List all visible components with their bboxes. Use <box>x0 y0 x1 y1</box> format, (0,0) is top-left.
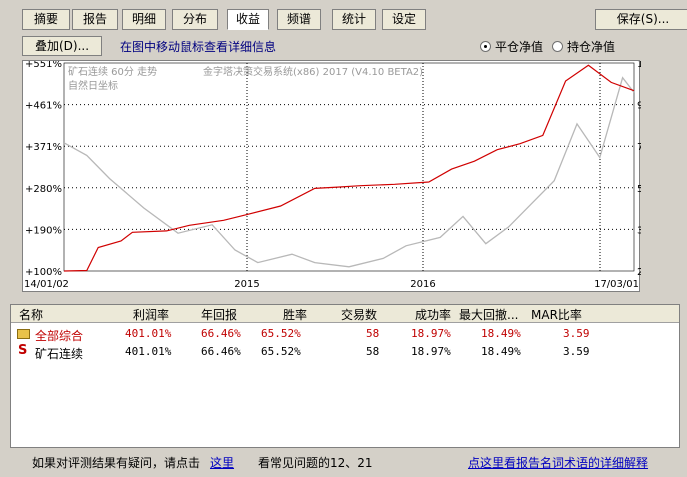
row-trades: 58 <box>366 327 380 340</box>
row-annual: 66.46% <box>201 327 241 340</box>
row-annual: 66.46% <box>201 345 241 358</box>
row-winrate: 65.52% <box>261 327 301 340</box>
footer-text-2: 看常见问题的12、21 <box>258 456 373 470</box>
folder-icon <box>17 329 30 339</box>
chart-svg: 矿石连续 60分 走势 金字塔决策交易系统(x86) 2017 (V4.10 B… <box>24 61 641 290</box>
hint-text: 在图中移动鼠标查看详细信息 <box>120 40 277 54</box>
y-tick-right: 20000 <box>637 267 641 278</box>
row-mar: 3.59 <box>563 345 590 358</box>
results-table: 名称 利润率 年回报 胜率 交易数 成功率 最大回撤... MAR比率 全部综合… <box>10 304 680 448</box>
row-winrate: 65.52% <box>261 345 301 358</box>
x-tick-start: 14/01/02 <box>24 279 69 290</box>
radio-close-equity[interactable]: 平仓净值 <box>480 38 543 55</box>
tab-report[interactable]: 报告 <box>72 9 118 30</box>
strategy-icon: S <box>18 343 28 358</box>
table-row[interactable]: 全部综合 401.01% 66.46% 65.52% 58 18.97% 18.… <box>11 325 679 343</box>
caption-symbol: 矿石连续 60分 走势 <box>68 65 157 78</box>
radio-hold-equity[interactable]: 持仓净值 <box>552 38 615 55</box>
radio-label: 平仓净值 <box>495 40 544 54</box>
row-drawdown: 18.49% <box>481 327 521 340</box>
y-tick-left: +280% <box>25 184 62 195</box>
equity-chart[interactable]: 矿石连续 60分 走势 金字塔决策交易系统(x86) 2017 (V4.10 B… <box>22 60 641 292</box>
glossary-link[interactable]: 点这里看报告名词术语的详细解释 <box>468 454 648 471</box>
tab-bar: 摘要 报告 明细 分布 收益 频谱 统计 设定 保存(S)... <box>22 9 687 31</box>
tab-distribution[interactable]: 分布 <box>172 9 218 30</box>
overlay-button[interactable]: 叠加(D)... <box>22 36 102 56</box>
radio-label: 持仓净值 <box>567 40 616 54</box>
tab-spectrum[interactable]: 频谱 <box>277 9 321 30</box>
table-row[interactable]: S 矿石连续 401.01% 66.46% 65.52% 58 18.97% 1… <box>11 343 679 361</box>
faq-link[interactable]: 这里 <box>210 454 234 471</box>
header-name[interactable]: 名称 <box>19 306 43 323</box>
footer: 如果对评测结果有疑问，请点击 这里 看常见问题的12、21 点这里看报告名词术语… <box>10 452 680 472</box>
header-drawdown[interactable]: 最大回撤... <box>459 306 518 323</box>
y-tick-left: +461% <box>25 101 62 112</box>
y-tick-left: +190% <box>25 225 62 236</box>
tab-summary[interactable]: 摘要 <box>22 9 70 30</box>
x-tick-2015: 2015 <box>234 279 259 290</box>
row-profit: 401.01% <box>125 327 172 340</box>
table-header: 名称 利润率 年回报 胜率 交易数 成功率 最大回撤... MAR比率 <box>11 305 679 323</box>
row-name: 全部综合 <box>35 329 84 343</box>
header-trades[interactable]: 交易数 <box>341 306 377 323</box>
y-tick-left: +551% <box>25 61 62 70</box>
y-tick-right: 11万9 <box>637 61 641 70</box>
y-tick-right: 38042 <box>637 225 641 236</box>
plot-area <box>63 62 635 272</box>
y-tick-right: 74126 <box>637 142 641 153</box>
tab-detail[interactable]: 明细 <box>122 9 166 30</box>
header-annual[interactable]: 年回报 <box>201 306 237 323</box>
header-profit[interactable]: 利润率 <box>133 306 169 323</box>
tab-profit[interactable]: 收益 <box>227 9 269 30</box>
row-mar: 3.59 <box>563 327 590 340</box>
header-mar[interactable]: MAR比率 <box>531 306 582 323</box>
row-name: 矿石连续 <box>35 347 84 361</box>
row-success: 18.97% <box>411 345 451 358</box>
tab-settings[interactable]: 设定 <box>382 9 426 30</box>
row-drawdown: 18.49% <box>481 345 521 358</box>
row-profit: 401.01% <box>125 345 172 358</box>
y-tick-right: 92167 <box>637 101 641 112</box>
x-tick-2016: 2016 <box>410 279 435 290</box>
footer-text: 如果对评测结果有疑问，请点击 <box>32 456 201 470</box>
header-winrate[interactable]: 胜率 <box>283 306 307 323</box>
tab-statistics[interactable]: 统计 <box>332 9 376 30</box>
row-success: 18.97% <box>411 327 451 340</box>
y-tick-left: +100% <box>25 267 62 278</box>
radio-dot <box>552 41 563 52</box>
x-tick-end: 17/03/01 <box>594 279 639 290</box>
y-tick-right: 56084 <box>637 184 641 195</box>
caption-system: 金字塔决策交易系统(x86) 2017 (V4.10 BETA2) <box>203 65 423 78</box>
radio-dot-selected <box>480 41 491 52</box>
row-trades: 58 <box>366 345 380 358</box>
header-success[interactable]: 成功率 <box>415 306 451 323</box>
save-button[interactable]: 保存(S)... <box>595 9 687 30</box>
y-tick-left: +371% <box>25 142 62 153</box>
caption-axis-mode: 自然日坐标 <box>68 79 118 92</box>
